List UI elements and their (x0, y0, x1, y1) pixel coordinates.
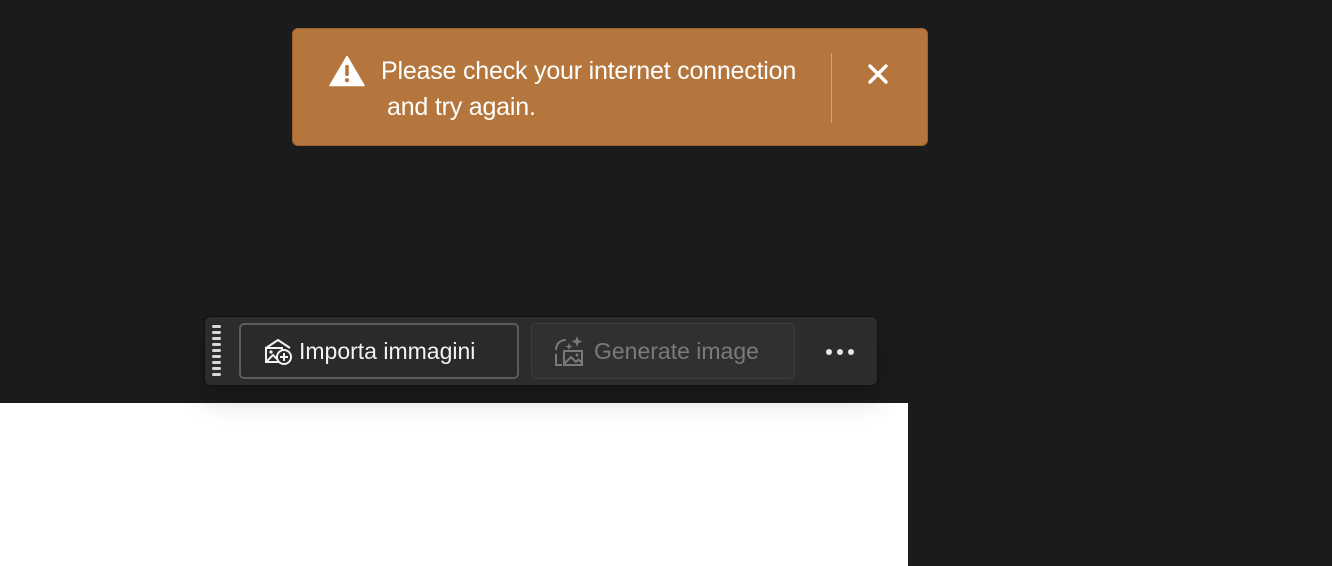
toast-divider (831, 53, 832, 123)
import-images-label: Importa immagini (299, 337, 476, 364)
drag-handle[interactable] (211, 325, 223, 379)
floating-toolbar: Importa immagini Generate image (204, 316, 878, 386)
connection-error-toast: Please check your internet connection an… (292, 28, 928, 146)
close-icon[interactable] (863, 59, 893, 89)
generate-image-icon (555, 336, 583, 366)
generate-image-label: Generate image (594, 337, 759, 364)
canvas-area[interactable] (0, 403, 908, 566)
import-images-button[interactable]: Importa immagini (239, 323, 519, 379)
more-options-icon[interactable] (815, 335, 865, 369)
import-images-icon (265, 339, 292, 365)
warning-icon (329, 55, 365, 87)
app-stage: Please check your internet connection an… (0, 0, 1332, 566)
toast-message: Please check your internet connection an… (381, 53, 821, 125)
generate-image-button[interactable]: Generate image (531, 323, 795, 379)
toast-message-line-1: Please check your internet connection (381, 57, 797, 85)
toast-message-line-2: and try again. (387, 93, 536, 121)
